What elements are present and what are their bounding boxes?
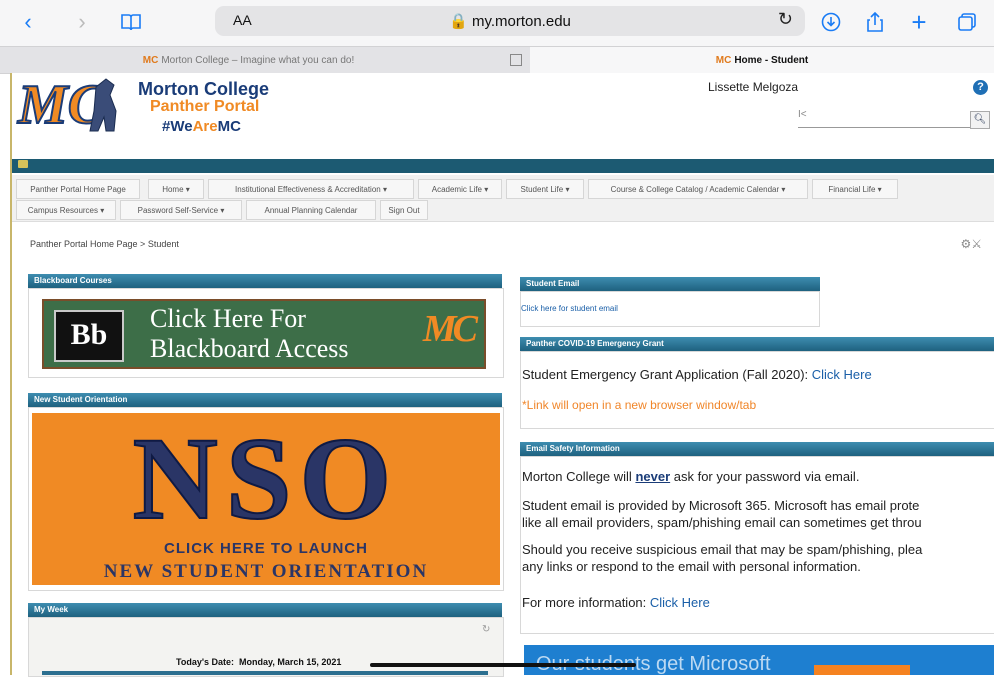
mc-panther-logo: MC [422,308,478,350]
portal-page: MC Morton College Panther Portal #WeAreM… [10,73,994,677]
portal-header-bar [12,159,994,173]
breadcrumb: Panther Portal Home Page > Student [30,239,179,249]
home-indicator[interactable] [370,663,636,667]
covid-grant-text: Student Emergency Grant Application (Fal… [522,367,872,382]
email-safety-p4: For more information: Click Here [522,595,710,610]
nav-institutional-effectiveness[interactable]: Institutional Effectiveness & Accreditat… [208,179,414,199]
tabs-overview-icon[interactable] [954,8,980,36]
tab-strip: MC Morton College – Imagine what you can… [0,46,994,74]
brand-portal-name: Panther Portal [150,98,260,115]
user-name: Lissette Melgoza [708,80,799,94]
tab-morton-college[interactable]: MC Morton College – Imagine what you can… [0,47,497,73]
nso-title: New Student Orientation [28,393,502,407]
tab-label: Home - Student [734,54,809,66]
calendar-header-bar [42,671,488,675]
url-display: 🔒 my.morton.edu [215,12,805,30]
nav-financial-life[interactable]: Financial Life ▾ [812,179,898,199]
student-email-link[interactable]: Click here for student email [521,304,618,313]
blackboard-banner[interactable]: Bb Click Here For Blackboard Access MC [42,299,486,369]
download-icon[interactable] [818,8,844,36]
more-info-link[interactable]: Click Here [650,595,710,610]
favicon-icon: MC [142,54,159,66]
today-date: Today's Date: Monday, March 15, 2021 [176,657,341,667]
nav-academic-life[interactable]: Academic Life ▾ [418,179,502,199]
morton-college-logo[interactable]: MC [16,75,131,137]
bookmarks-icon[interactable] [118,8,144,36]
safety-text: ask for your password via email. [670,469,860,484]
email-safety-p2b: like all email providers, spam/phishing … [522,515,922,530]
favicon-icon: MC [715,54,732,66]
blackboard-logo: Bb [54,310,124,362]
email-safety-p3b: any links or respond to the email with p… [522,559,861,574]
email-safety-title: Email Safety Information [520,442,994,456]
print-icon[interactable]: ⚙⚔ [960,237,982,251]
nso-orientation-text: NEW STUDENT ORIENTATION [103,561,429,582]
hashtag-part: MC [217,118,241,135]
today-label: Today's Date: [176,657,234,667]
reload-icon[interactable]: ↻ [778,9,793,30]
nav-password-self-service[interactable]: Password Self-Service ▾ [120,200,242,220]
hashtag-part: Are [192,118,218,135]
main-navigation: Panther Portal Home Page Home ▾ Institut… [12,175,994,222]
nav-annual-planning-calendar[interactable]: Annual Planning Calendar [246,200,376,220]
url-text: my.morton.edu [471,13,571,30]
nso-launch-text: CLICK HERE TO LAUNCH [164,540,368,557]
microsoft-banner[interactable]: Our students get Microsoft [524,645,994,675]
hashtag-part: #We [162,118,193,135]
search-input[interactable]: I< [798,109,982,128]
lock-icon: 🔒 [449,13,468,30]
email-safety-p1: Morton College will never ask for your p… [522,469,859,484]
safety-emphasis: never [635,469,671,484]
address-bar[interactable]: AA 🔒 my.morton.edu ↻ [215,6,805,36]
back-icon[interactable]: ‹ [16,8,40,36]
nso-big-letters: NSO [132,412,400,545]
safety-text: For more information: [522,595,650,610]
nso-banner[interactable]: NSO CLICK HERE TO LAUNCH NEW STUDENT ORI… [32,412,500,585]
refresh-icon[interactable]: ↻ [482,624,490,635]
covid-grant-note: *Link will open in a new browser window/… [522,398,757,412]
tab-label: Morton College – Imagine what you can do… [161,54,355,66]
student-email-title: Student Email [520,277,820,291]
nav-sign-out[interactable]: Sign Out [380,200,428,220]
microsoft-banner-button[interactable] [814,665,910,675]
nav-home[interactable]: Home ▾ [148,179,204,199]
blackboard-line2: Blackboard Access [150,334,349,363]
safety-text: Morton College will [522,469,636,484]
covid-grant-label: Student Emergency Grant Application (Fal… [522,367,812,382]
my-week-portlet [28,617,504,677]
covid-grant-portlet [520,351,994,429]
browser-toolbar: ‹ › AA 🔒 my.morton.edu ↻ + [0,0,994,46]
forward-icon[interactable]: › [70,8,94,36]
nav-panther-portal-home[interactable]: Panther Portal Home Page [16,179,140,199]
email-safety-p3a: Should you receive suspicious email that… [522,542,923,557]
tab-home-student[interactable]: MC Home - Student [530,47,994,73]
close-tab-icon[interactable] [510,54,522,66]
my-week-title: My Week [28,603,502,617]
blackboard-title: Blackboard Courses [28,274,502,288]
today-value: Monday, March 15, 2021 [239,657,342,667]
blackboard-line1: Click Here For [150,304,306,333]
folder-icon[interactable] [18,160,28,168]
brand-hashtag: #WeAreMC [162,118,241,135]
covid-grant-link[interactable]: Click Here [812,367,872,382]
search-icon[interactable]: 🔍︎ [970,111,990,129]
help-icon[interactable]: ? [973,80,988,95]
nav-student-life[interactable]: Student Life ▾ [506,179,584,199]
student-email-link-text[interactable]: Click here for student email [521,304,618,313]
nav-campus-resources[interactable]: Campus Resources ▾ [16,200,116,220]
new-tab-icon[interactable]: + [906,7,932,37]
share-icon[interactable] [862,8,888,36]
covid-grant-title: Panther COVID-19 Emergency Grant [520,337,994,351]
email-safety-p2a: Student email is provided by Microsoft 3… [522,498,920,513]
nav-course-catalog[interactable]: Course & College Catalog / Academic Cale… [588,179,808,199]
brand-college-name: Morton College [138,79,269,99]
